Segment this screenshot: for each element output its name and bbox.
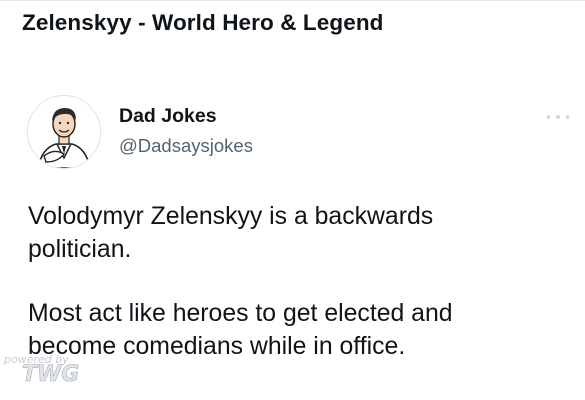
top-divider — [0, 0, 585, 1]
tweet-line: Most act like heroes to get elected and — [28, 300, 453, 327]
tweet-line: Volodymyr Zelenskyy is a backwards — [28, 203, 434, 230]
tweet-line: politician. — [28, 236, 132, 263]
more-options-icon[interactable] — [547, 112, 569, 122]
author-handle[interactable]: @Dadsaysjokes — [119, 135, 253, 157]
dot — [565, 115, 569, 119]
cartoon-man-avatar-icon — [37, 108, 91, 168]
tweet-line: become comedians while in office. — [28, 333, 406, 360]
author-display-name[interactable]: Dad Jokes — [119, 105, 217, 128]
dot — [556, 115, 560, 119]
dot — [547, 115, 551, 119]
tweet-paragraph-2: Most act like heroes to get elected and … — [28, 297, 568, 363]
author-avatar[interactable] — [27, 95, 101, 169]
headline: Zelenskyy - World Hero & Legend — [22, 10, 384, 35]
tweet-paragraph-1: Volodymyr Zelenskyy is a backwards polit… — [28, 200, 568, 266]
